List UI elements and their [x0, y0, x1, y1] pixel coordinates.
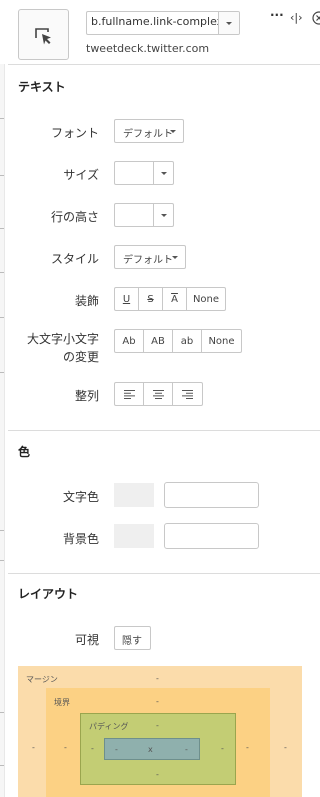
align-right-icon[interactable]: [173, 383, 202, 405]
margin-label: マージン: [26, 675, 58, 684]
align-segmented: [114, 382, 203, 406]
padding-left-value[interactable]: -: [91, 744, 94, 753]
decoration-overline-button[interactable]: A: [163, 288, 187, 310]
decoration-none-button[interactable]: None: [187, 288, 225, 310]
content-right-dash: -: [185, 745, 188, 754]
text-transform-label: 大文字小文字 の変更: [27, 330, 99, 366]
selector-dropdown-toggle[interactable]: [218, 12, 239, 34]
text-color-label: 文字色: [62, 490, 99, 504]
border-right-value[interactable]: -: [246, 743, 249, 752]
align-label: 整列: [74, 389, 99, 403]
color-section: 色 文字色 背景色: [8, 430, 320, 573]
selector-dropdown[interactable]: b.fullname.link-complex-target: [86, 11, 240, 35]
inspector-header: b.fullname.link-complex-target tweetdeck…: [0, 0, 320, 64]
line-height-input[interactable]: [114, 203, 174, 227]
bg-color-input[interactable]: [164, 523, 259, 549]
size-input[interactable]: [114, 161, 174, 185]
box-model-border[interactable]: 境界 - - - パディング - - - - - x -: [46, 688, 270, 797]
align-left-icon[interactable]: [115, 383, 144, 405]
padding-bottom-value[interactable]: -: [156, 770, 159, 779]
select-cursor-icon: [35, 28, 51, 45]
text-section: テキスト フォント デフォルト サイズ 行の高さ スタイル デフォルト 装飾 U…: [8, 64, 320, 430]
ellipsis-icon[interactable]: ···: [270, 8, 284, 22]
capitalize-button[interactable]: Ab: [115, 330, 144, 352]
text-transform-label-line2: の変更: [62, 350, 99, 364]
padding-right-value[interactable]: -: [221, 744, 224, 753]
box-model-padding[interactable]: パディング - - - - - x -: [80, 713, 236, 785]
bg-color-swatch[interactable]: [114, 524, 154, 548]
transform-none-button[interactable]: None: [202, 330, 241, 352]
lowercase-button[interactable]: ab: [173, 330, 202, 352]
decoration-underline-button[interactable]: U: [115, 288, 139, 310]
content-left-dash: -: [115, 745, 118, 754]
element-picker-button[interactable]: [18, 9, 69, 60]
style-label: スタイル: [50, 252, 99, 266]
header-toolbar: ··· ‹|›: [270, 8, 320, 29]
border-top-value[interactable]: -: [156, 697, 159, 706]
size-label: サイズ: [63, 168, 99, 182]
text-section-title: テキスト: [18, 80, 66, 94]
style-dropdown[interactable]: デフォルト: [114, 245, 186, 269]
chevron-down-icon: [226, 22, 232, 25]
border-left-value[interactable]: -: [64, 743, 67, 752]
line-height-label: 行の高さ: [50, 210, 99, 224]
align-center-icon[interactable]: [144, 383, 173, 405]
font-label: フォント: [50, 126, 99, 140]
page-domain: tweetdeck.twitter.com: [86, 42, 210, 55]
resize-horizontal-icon[interactable]: ‹|›: [290, 11, 303, 25]
bg-color-label: 背景色: [62, 532, 99, 546]
text-color-input[interactable]: [164, 482, 259, 508]
margin-top-value[interactable]: -: [156, 674, 159, 683]
line-height-dropdown-toggle[interactable]: [153, 204, 173, 226]
chevron-down-icon: [172, 256, 178, 259]
decoration-segmented: U S A None: [114, 287, 226, 311]
margin-left-value[interactable]: -: [32, 743, 35, 752]
font-value: デフォルト: [123, 129, 173, 140]
layout-section-title: レイアウト: [18, 587, 79, 601]
margin-right-value[interactable]: -: [284, 743, 287, 752]
style-value: デフォルト: [123, 255, 173, 266]
padding-label: パディング: [89, 722, 129, 731]
box-model-margin[interactable]: マージン - - - 境界 - - - パディング - - - - - x -: [18, 666, 302, 797]
color-section-title: 色: [18, 445, 31, 459]
size-dropdown-toggle[interactable]: [153, 162, 173, 184]
visibility-label: 可視: [74, 633, 99, 647]
chevron-down-icon: [161, 214, 167, 217]
border-label: 境界: [54, 698, 70, 707]
padding-top-value[interactable]: -: [156, 721, 159, 730]
content-size-value: x: [148, 745, 153, 754]
text-color-swatch[interactable]: [114, 483, 154, 507]
text-transform-label-line1: 大文字小文字: [26, 332, 99, 346]
decoration-label: 装飾: [74, 294, 99, 308]
chevron-down-icon: [161, 172, 167, 175]
decoration-strikethrough-button[interactable]: S: [139, 288, 163, 310]
selector-text: b.fullname.link-complex-target: [91, 15, 219, 28]
font-dropdown[interactable]: デフォルト: [114, 119, 184, 143]
text-transform-segmented: Ab AB ab None: [114, 329, 242, 353]
chevron-down-icon: [170, 130, 176, 133]
page-edge-strip: [0, 0, 5, 797]
close-circle-icon[interactable]: [312, 11, 320, 28]
box-model-content[interactable]: - x -: [104, 738, 200, 760]
hide-button[interactable]: 隠す: [114, 626, 151, 650]
hide-button-label: 隠す: [122, 636, 142, 647]
uppercase-button[interactable]: AB: [144, 330, 173, 352]
